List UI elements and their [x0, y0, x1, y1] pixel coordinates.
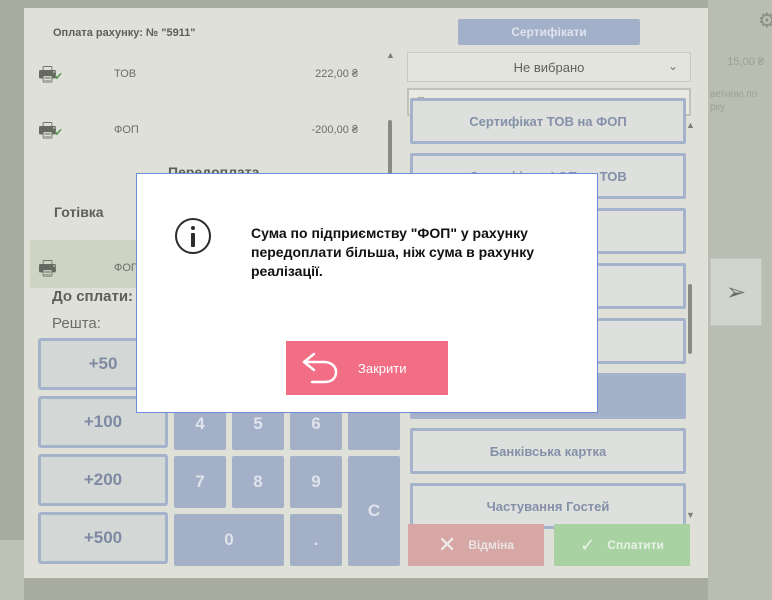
organization-select[interactable]: Не вибрано ⌄	[407, 52, 691, 82]
cancel-label: Відміна	[468, 538, 515, 552]
certificates-button[interactable]: Сертифікати	[458, 19, 640, 45]
change-label: Решта:	[52, 315, 101, 332]
item-name: ТОВ	[114, 68, 137, 80]
close-icon: ✕	[437, 532, 457, 557]
item-sum: 222,00 ₴	[315, 68, 358, 80]
left-panel-bottom	[0, 540, 24, 600]
cancel-button[interactable]: ✕ Відміна	[408, 524, 544, 566]
side-price: 15,00 ₴	[727, 56, 764, 68]
quick-amount-button[interactable]: +500	[38, 512, 168, 564]
key-7[interactable]: 7	[174, 456, 226, 508]
undo-arrow-icon	[302, 352, 338, 384]
quick-amount-button[interactable]: +200	[38, 454, 168, 506]
chevron-down-icon: ⌄	[667, 59, 678, 73]
due-label: До сплати:	[52, 288, 134, 305]
key-9[interactable]: 9	[290, 456, 342, 508]
check-icon: ✓	[580, 534, 596, 555]
pay-type-item[interactable]: Сертифікат ТОВ на ФОП	[410, 98, 686, 144]
payment-title: Оплата рахунку: № "5911"	[53, 27, 196, 39]
select-value: Не вибрано	[513, 59, 585, 75]
items-scroll-up[interactable]: ▲	[386, 50, 395, 60]
send-receipt-button[interactable]: ➢	[710, 258, 762, 326]
key-clear[interactable]: C	[348, 456, 400, 566]
close-label: Закрити	[358, 360, 407, 376]
gear-icon[interactable]: ⚙	[758, 8, 772, 33]
register-icon: 🖶	[38, 258, 57, 280]
check-icon: ✔	[54, 127, 64, 139]
message-dialog: Сума по підприємству "ФОП" у рахунку пер…	[136, 173, 598, 413]
message-text: Сума по підприємству "ФОП" у рахунку пер…	[251, 225, 535, 279]
info-icon	[175, 218, 211, 254]
paytypes-scroll-down[interactable]: ▼	[686, 510, 695, 520]
paytypes-scroll-up[interactable]: ▲	[686, 120, 695, 130]
pay-type-item[interactable]: Банківська картка	[410, 428, 686, 474]
side-note-line1: ветною по	[710, 89, 758, 100]
right-panel: ⚙ 15,00 ₴ ветною по рку ➢	[708, 0, 772, 600]
check-icon: ✔	[54, 71, 64, 83]
item-sum: -200,00 ₴	[311, 124, 358, 136]
send-icon: ➢	[725, 278, 747, 306]
key-0[interactable]: 0	[174, 514, 284, 566]
pay-type-item[interactable]: Частування Гостей	[410, 483, 686, 529]
cash-label: Готівка	[54, 204, 104, 220]
close-button[interactable]: Закрити	[286, 341, 448, 395]
key-8[interactable]: 8	[232, 456, 284, 508]
key-dot[interactable]: .	[290, 514, 342, 566]
item-name: ФОП	[114, 124, 139, 136]
list-item[interactable]: 🖶 ✔ ФОП -200,00 ₴	[38, 116, 358, 146]
pay-label: Сплатити	[607, 538, 664, 552]
pay-button[interactable]: ✓ Сплатити	[554, 524, 690, 566]
side-note: ветною по рку	[710, 88, 757, 114]
side-note-line2: рку	[710, 102, 726, 113]
paytypes-scrollbar[interactable]	[688, 284, 692, 354]
list-item[interactable]: 🖶 ✔ ТОВ 222,00 ₴	[38, 60, 358, 90]
